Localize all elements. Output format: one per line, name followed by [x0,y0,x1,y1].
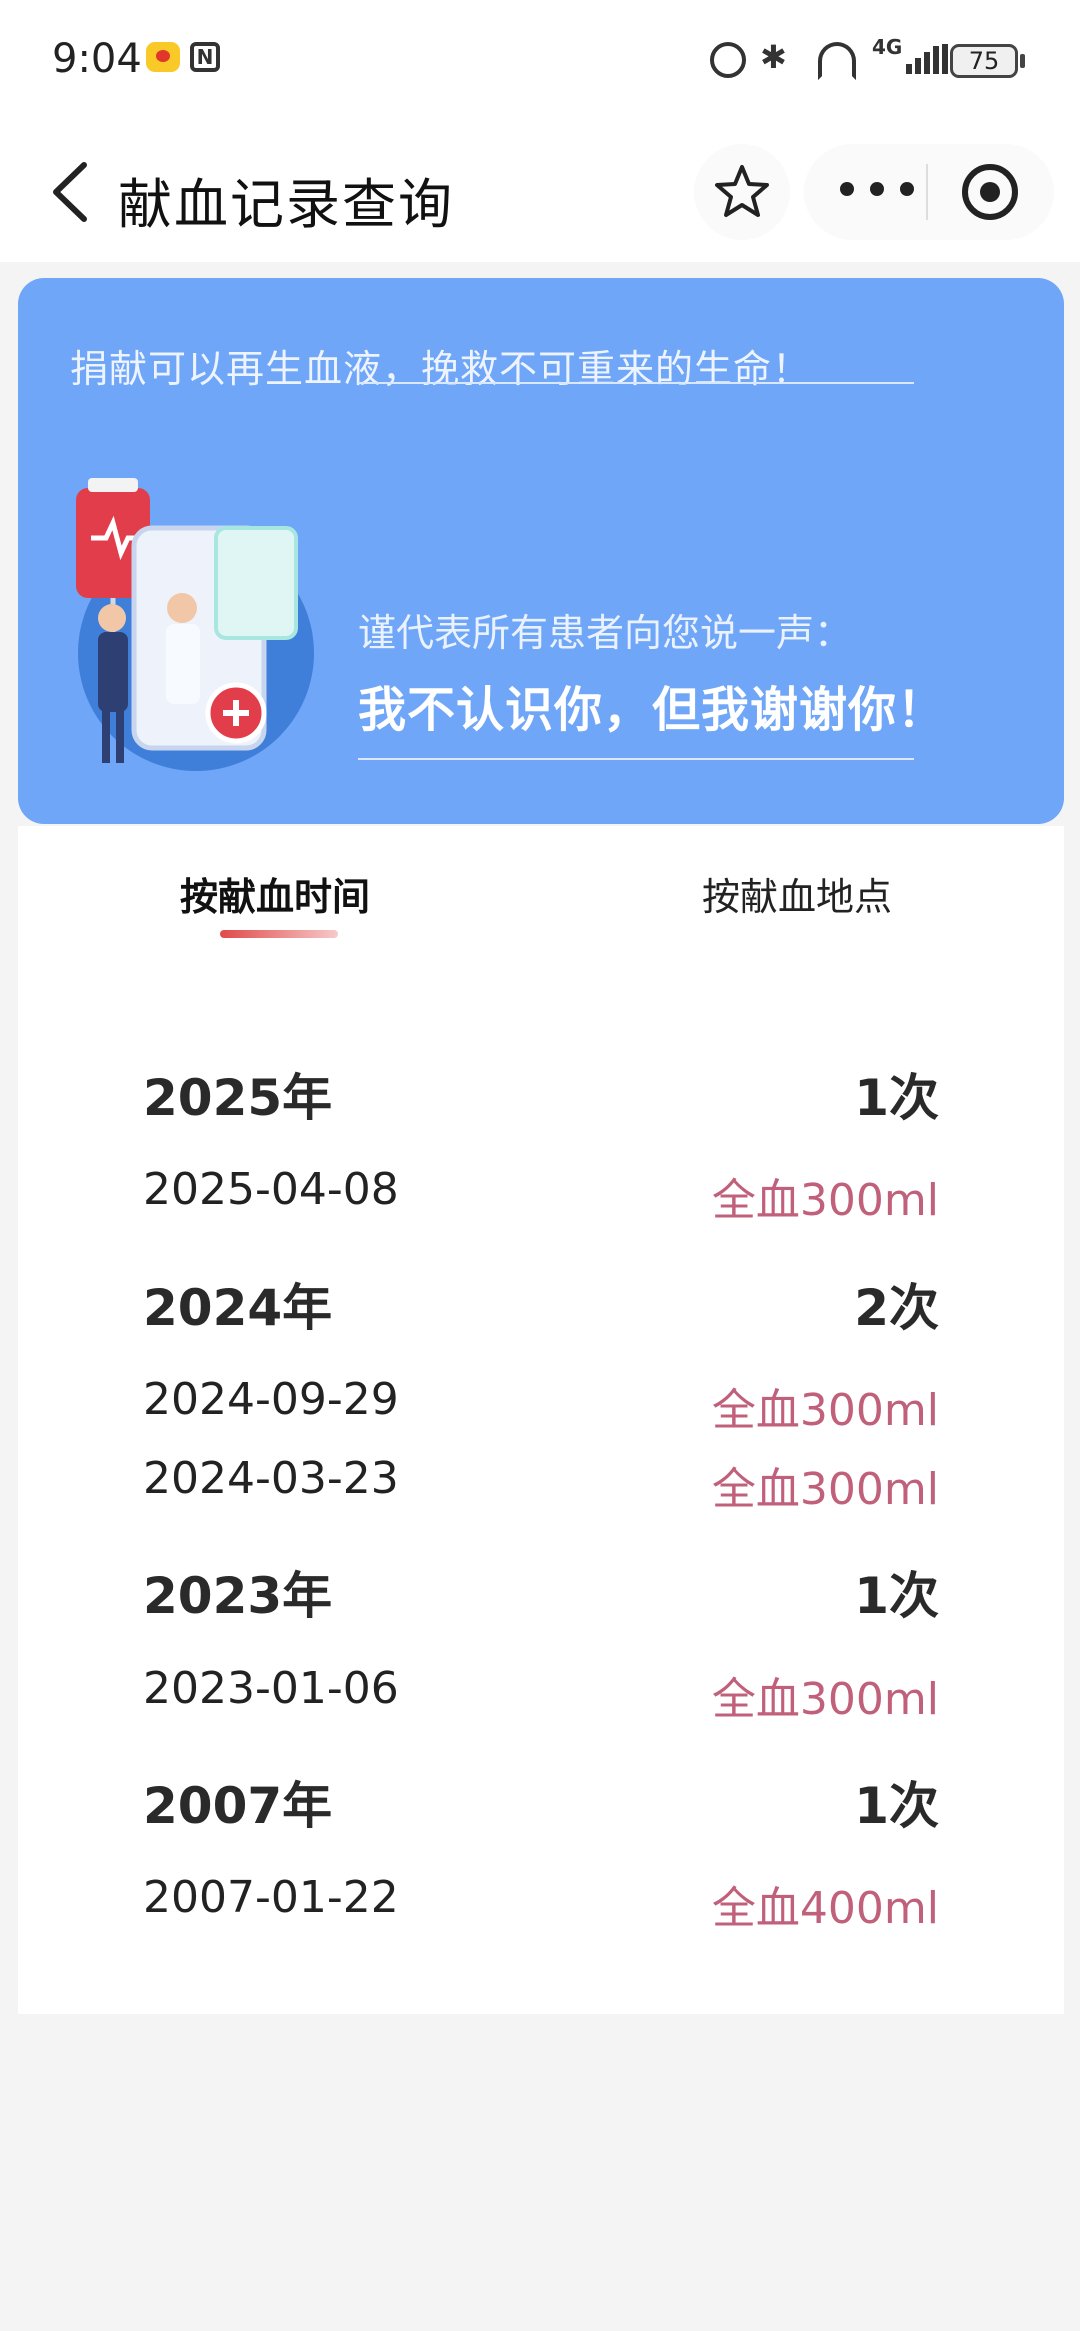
battery-cap [1020,54,1025,68]
year-count: 1次 [854,1777,939,1835]
banner-slogan: 捐献可以再生血液，挽救不可重来的生命！ [70,347,812,391]
alarm-icon [710,42,746,78]
record-date: 2007-01-22 [143,1872,399,1923]
star-icon[interactable] [712,162,772,222]
active-tab-indicator [220,930,338,938]
tab-by-location[interactable]: 按献血地点 [702,866,892,921]
record-amount: 全血300ml [711,1175,939,1226]
record-row[interactable]: 2007-01-22 全血400ml [143,1872,939,1934]
status-bar: 9:04 N ✱ 4G 75 [0,0,1080,122]
weibo-icon [146,42,180,72]
target-icon[interactable] [962,164,1018,220]
page-title: 献血记录查询 [118,173,454,236]
capsule-divider [926,164,928,220]
bluetooth-icon: ✱ [760,38,787,76]
back-icon[interactable] [40,157,110,227]
year-count: 1次 [854,1069,939,1127]
status-time: 9:04 [52,36,142,82]
record-amount: 全血300ml [711,1464,939,1515]
donation-illustration-icon [76,478,314,771]
record-row[interactable]: 2024-09-29 全血300ml [143,1374,939,1436]
year-header: 2025年 1次 [143,1058,939,1127]
record-date: 2024-03-23 [143,1453,399,1504]
year-header: 2023年 1次 [143,1556,939,1625]
year-label: 2024年 [143,1279,333,1337]
battery-level: 75 [968,47,1000,75]
record-amount: 全血300ml [711,1674,939,1725]
year-label: 2025年 [143,1069,333,1127]
records-card: 按献血时间 按献血地点 2025年 1次 2025-04-08 全血300ml … [18,826,1064,2014]
year-header: 2007年 1次 [143,1766,939,1835]
year-header: 2024年 2次 [143,1268,939,1337]
record-date: 2024-09-29 [143,1374,399,1425]
year-count: 2次 [854,1279,939,1337]
tab-by-time[interactable]: 按献血时间 [180,866,370,921]
banner-thanks-subtitle: 谨代表所有患者向您说一声： [358,611,853,655]
title-bar: 献血记录查询 [0,122,1080,262]
record-row[interactable]: 2023-01-06 全血300ml [143,1663,939,1725]
banner-thanks-title: 我不认识你，但我谢谢你！ [358,682,947,738]
record-amount: 全血400ml [711,1883,939,1934]
banner-divider-bottom [358,758,914,760]
year-label: 2007年 [143,1777,333,1835]
record-row[interactable]: 2024-03-23 全血300ml [143,1453,939,1515]
network-type: 4G [872,35,903,59]
record-date: 2025-04-08 [143,1164,399,1215]
battery-icon: 75 [950,44,1018,78]
more-icon[interactable] [840,182,920,202]
year-count: 1次 [854,1567,939,1625]
record-amount: 全血300ml [711,1385,939,1436]
signal-icon [906,44,950,74]
banner-divider-top [358,382,914,384]
hero-banner: 捐献可以再生血液，挽救不可重来的生命！ 谨代表所有患者向您说一声： 我不认识你，… [18,278,1064,824]
year-label: 2023年 [143,1567,333,1625]
record-row[interactable]: 2025-04-08 全血300ml [143,1164,939,1226]
nfc-icon: N [190,42,220,72]
record-date: 2023-01-06 [143,1663,399,1714]
hotspot-icon [818,42,856,80]
